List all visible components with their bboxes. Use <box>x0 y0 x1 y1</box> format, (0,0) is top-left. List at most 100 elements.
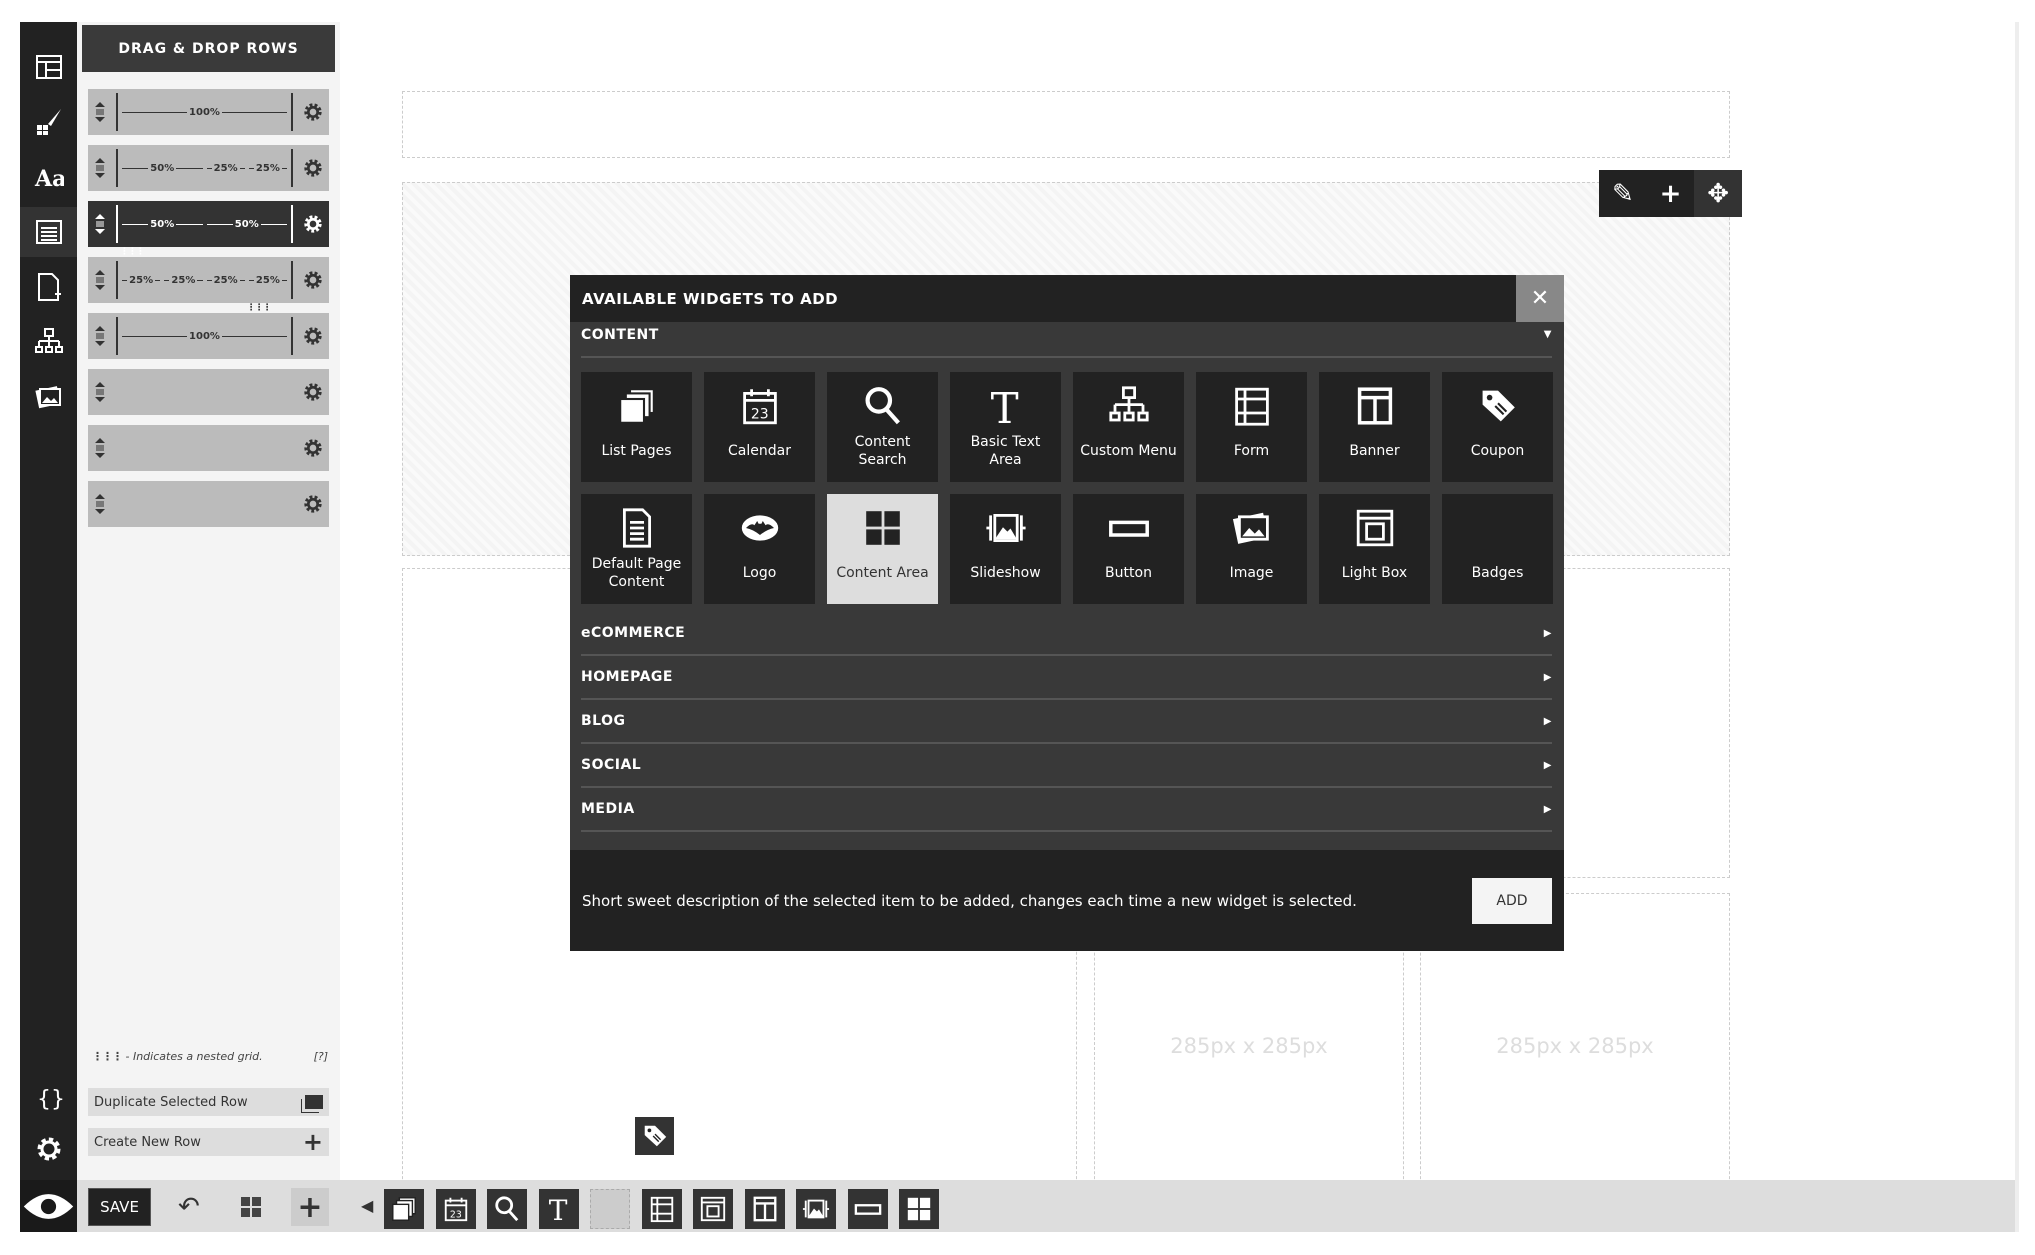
rows-icon[interactable] <box>20 207 77 257</box>
move-icon[interactable]: ✥ <box>1694 170 1743 217</box>
row-settings-icon[interactable] <box>303 102 323 122</box>
layout-icon[interactable] <box>20 42 77 92</box>
category-media[interactable]: MEDIA ▶ <box>581 788 1552 832</box>
category-label: MEDIA <box>581 801 635 817</box>
category-homepage[interactable]: HOMEPAGE ▶ <box>581 656 1552 700</box>
drag-handle-icon[interactable] <box>94 270 106 290</box>
widget-tile[interactable]: Image <box>1196 494 1307 604</box>
category-content[interactable]: CONTENT ▼ <box>581 313 1552 358</box>
widget-label: Light Box <box>1341 565 1408 581</box>
layout-row[interactable] <box>88 481 329 527</box>
brush-icon[interactable] <box>20 97 77 147</box>
layout-row[interactable]: 50% ⋮⋮⋮ 50% <box>88 201 329 257</box>
widget-tile[interactable]: List Pages <box>581 372 692 482</box>
drag-handle-icon[interactable] <box>94 438 106 458</box>
drag-handle-icon[interactable] <box>94 158 106 178</box>
widget-tile[interactable]: Coupon <box>1442 372 1553 482</box>
category-social[interactable]: SOCIAL ▶ <box>581 744 1552 788</box>
widget-label: Basic Text Area <box>970 434 1041 468</box>
widget-tile[interactable]: Custom Menu <box>1073 372 1184 482</box>
dragging-coupon-widget[interactable] <box>635 1117 674 1155</box>
canvas-row[interactable] <box>402 91 1730 158</box>
widget-label: Badges <box>1471 565 1524 581</box>
add-page-icon[interactable] <box>20 262 77 312</box>
drag-handle-icon[interactable] <box>94 494 106 514</box>
row-columns: 100% <box>116 93 293 131</box>
slideshow-icon <box>985 494 1027 552</box>
row-settings-icon[interactable] <box>303 158 323 178</box>
plus-icon[interactable]: + <box>1647 170 1695 217</box>
widget-tile[interactable]: Content Area <box>827 494 938 604</box>
toolbar-form-icon[interactable] <box>641 1189 682 1229</box>
toolbar-search-icon[interactable] <box>487 1189 527 1229</box>
layout-row[interactable]: 100% <box>88 313 329 359</box>
widget-tile[interactable]: T Basic Text Area <box>950 372 1061 482</box>
layout-row[interactable] <box>88 369 329 415</box>
column-width: 100% <box>120 331 289 342</box>
row-settings-icon[interactable] <box>303 438 323 458</box>
drag-handle-icon[interactable] <box>94 102 106 122</box>
widget-tile[interactable]: Logo <box>704 494 815 604</box>
drag-handle-icon[interactable] <box>94 214 106 234</box>
add-button[interactable]: ADD <box>1472 877 1552 924</box>
caret-right-icon: ▶ <box>1543 803 1552 815</box>
row-settings-icon[interactable] <box>303 326 323 346</box>
save-button[interactable]: SAVE <box>88 1188 151 1226</box>
typography-icon[interactable]: Aa <box>20 152 77 202</box>
row-columns: 50% 25% 25% <box>116 149 293 187</box>
category-blog[interactable]: BLOG ▶ <box>581 700 1552 744</box>
category-label: CONTENT <box>581 326 659 343</box>
widget-tile[interactable]: Banner <box>1319 372 1430 482</box>
drag-handle-icon[interactable] <box>94 382 106 402</box>
widget-tile[interactable]: Light Box <box>1319 494 1430 604</box>
row-settings-icon[interactable] <box>303 270 323 290</box>
widget-label: Image <box>1229 565 1274 581</box>
toolbar-lightbox-icon[interactable] <box>693 1189 733 1229</box>
images-icon[interactable] <box>20 372 77 422</box>
undo-icon[interactable]: ↶ <box>178 1192 200 1222</box>
toolbar-slideshow-icon[interactable] <box>796 1189 836 1229</box>
layout-row[interactable] <box>88 425 329 471</box>
widget-tile[interactable]: Default Page Content <box>581 494 692 604</box>
add-row-button[interactable]: + <box>291 1188 329 1226</box>
pencil-icon[interactable]: ✎ <box>1599 170 1647 217</box>
widget-label: Coupon <box>1470 443 1525 459</box>
toolbar-grid-icon[interactable] <box>899 1189 939 1229</box>
toolbar-banner-icon[interactable] <box>744 1189 785 1229</box>
toolbar-pages-icon[interactable] <box>384 1189 424 1229</box>
widget-tile[interactable]: Slideshow <box>950 494 1061 604</box>
widget-label: Calendar <box>728 443 791 459</box>
document-icon <box>616 494 658 552</box>
widget-label: List Pages <box>601 443 672 459</box>
widget-tile[interactable]: Content Search <box>827 372 938 482</box>
toolbar-calendar-icon[interactable]: 23 <box>435 1189 476 1229</box>
widget-tile[interactable]: Badges <box>1442 494 1553 604</box>
help-link[interactable]: [?] <box>314 1050 328 1063</box>
column-width: 25% <box>120 275 162 286</box>
layout-row[interactable]: 25% 25% 25% 25% ⋮⋮⋮ <box>88 257 329 313</box>
preview-button[interactable] <box>20 1180 77 1232</box>
toolbar-empty-slot[interactable] <box>590 1189 630 1229</box>
layout-row[interactable]: 100% <box>88 89 329 135</box>
category-ecommerce[interactable]: eCOMMERCE ▶ <box>581 612 1552 656</box>
duplicate-row-button[interactable]: Duplicate Selected Row <box>88 1088 329 1116</box>
row-settings-icon[interactable] <box>303 494 323 514</box>
widget-tile[interactable]: Form <box>1196 372 1307 482</box>
layout-row[interactable]: 50% 25% 25% <box>88 145 329 191</box>
code-icon[interactable]: {} <box>20 1072 77 1122</box>
row-settings-icon[interactable] <box>303 382 323 402</box>
scroll-left-icon[interactable]: ◀ <box>361 1196 373 1215</box>
duplicate-row-label: Duplicate Selected Row <box>94 1094 248 1110</box>
widget-tile[interactable]: Button <box>1073 494 1184 604</box>
sitemap-icon[interactable] <box>20 317 77 367</box>
gear-icon[interactable] <box>20 1124 77 1174</box>
widget-label: Content Area <box>836 565 929 581</box>
create-row-button[interactable]: Create New Row + <box>88 1128 329 1156</box>
toolbar-text-icon[interactable]: T <box>538 1189 579 1229</box>
widget-tile[interactable]: 23 Calendar <box>704 372 815 482</box>
drag-handle-icon[interactable] <box>94 326 106 346</box>
grid-view-icon[interactable] <box>241 1197 261 1217</box>
row-settings-icon[interactable] <box>303 214 323 234</box>
nested-grid-legend: ⋮⋮⋮ - Indicates a nested grid. [?] <box>92 1050 328 1063</box>
toolbar-button-icon[interactable] <box>847 1189 888 1229</box>
